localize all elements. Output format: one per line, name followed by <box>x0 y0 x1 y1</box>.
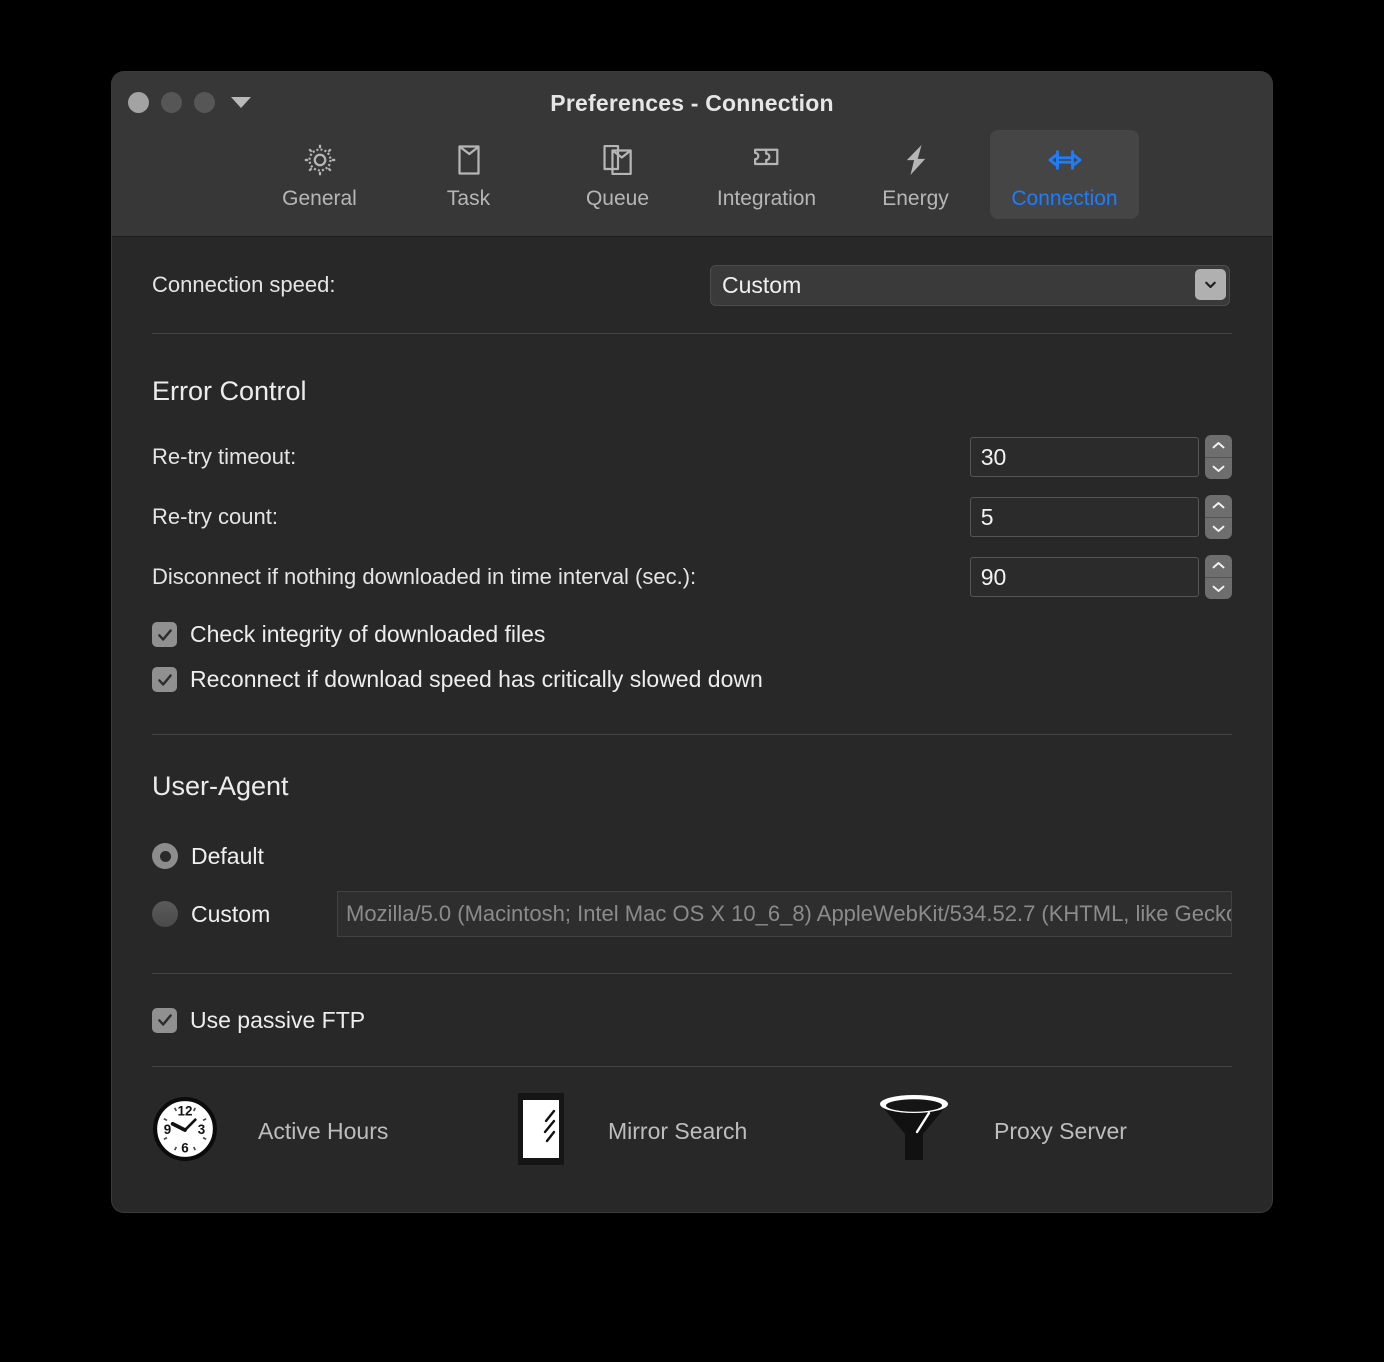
lightning-bolt-icon <box>897 140 935 180</box>
stepper-up-icon[interactable] <box>1205 495 1232 517</box>
connection-speed-value: Custom <box>711 272 801 299</box>
user-agent-heading: User-Agent <box>152 771 1232 802</box>
user-agent-custom-radio[interactable] <box>152 901 178 927</box>
tab-energy[interactable]: Energy <box>841 130 990 219</box>
disconnect-interval-row: Disconnect if nothing downloaded in time… <box>152 547 1232 607</box>
funnel-icon[interactable] <box>874 1090 954 1173</box>
preferences-content: Connection speed: Custom Error Control R… <box>112 237 1272 1195</box>
retry-timeout-row: Re-try timeout: 30 <box>152 427 1232 487</box>
reconnect-slow-checkbox[interactable] <box>152 667 177 692</box>
user-agent-custom-label: Custom <box>191 901 309 928</box>
window-titlebar: Preferences - Connection General <box>112 72 1272 237</box>
stepper-up-icon[interactable] <box>1205 555 1232 577</box>
preferences-toolbar: General Task <box>112 130 1272 219</box>
proxy-server-action[interactable]: Proxy Server <box>874 1090 1127 1173</box>
tab-energy-label: Energy <box>882 187 949 211</box>
tab-task[interactable]: Task <box>394 130 543 219</box>
retry-count-value: 5 <box>971 504 994 531</box>
left-right-arrow-icon <box>1045 140 1085 180</box>
preferences-window: Preferences - Connection General <box>112 72 1272 1212</box>
tab-task-label: Task <box>447 187 490 211</box>
retry-timeout-value: 30 <box>971 444 1007 471</box>
active-hours-action[interactable]: 12 3 6 9 Active Hours <box>152 1096 514 1167</box>
retry-timeout-stepper[interactable] <box>1205 435 1232 479</box>
retry-timeout-input[interactable]: 30 <box>970 437 1199 477</box>
task-page-icon <box>450 140 488 180</box>
user-agent-custom-input[interactable]: Mozilla/5.0 (Macintosh; Intel Mac OS X 1… <box>337 891 1232 937</box>
stepper-up-icon[interactable] <box>1205 435 1232 457</box>
retry-count-input[interactable]: 5 <box>970 497 1199 537</box>
user-agent-default-radio[interactable] <box>152 843 178 869</box>
clock-icon[interactable]: 12 3 6 9 <box>152 1096 218 1167</box>
queue-pages-icon <box>599 140 637 180</box>
disconnect-interval-stepper[interactable] <box>1205 555 1232 599</box>
user-agent-default-row[interactable]: Default <box>152 827 1232 885</box>
reconnect-slow-row[interactable]: Reconnect if download speed has critical… <box>152 657 1232 702</box>
window-title: Preferences - Connection <box>112 90 1272 117</box>
disconnect-interval-input[interactable]: 90 <box>970 557 1199 597</box>
check-integrity-checkbox[interactable] <box>152 622 177 647</box>
check-integrity-label: Check integrity of downloaded files <box>190 621 545 648</box>
radio-inner-hole <box>160 851 171 862</box>
retry-count-label: Re-try count: <box>152 504 970 530</box>
bottom-actions: 12 3 6 9 Active Hours <box>152 1067 1232 1195</box>
retry-count-row: Re-try count: 5 <box>152 487 1232 547</box>
connection-speed-row: Connection speed: Custom <box>152 237 1232 333</box>
tab-integration-label: Integration <box>717 187 816 211</box>
retry-count-stepper[interactable] <box>1205 495 1232 539</box>
user-agent-default-label: Default <box>191 843 264 870</box>
chevron-down-icon[interactable] <box>1195 269 1226 300</box>
passive-ftp-label: Use passive FTP <box>190 1007 365 1034</box>
svg-text:12: 12 <box>178 1103 193 1118</box>
tab-general-label: General <box>282 187 357 211</box>
reconnect-slow-label: Reconnect if download speed has critical… <box>190 666 763 693</box>
stepper-down-icon[interactable] <box>1205 517 1232 540</box>
tab-connection[interactable]: Connection <box>990 130 1139 219</box>
svg-text:9: 9 <box>164 1122 171 1137</box>
connection-speed-select[interactable]: Custom <box>710 265 1230 306</box>
user-agent-custom-row[interactable]: Custom Mozilla/5.0 (Macintosh; Intel Mac… <box>152 885 1232 943</box>
gear-icon <box>301 140 339 180</box>
passive-ftp-checkbox[interactable] <box>152 1008 177 1033</box>
proxy-server-label: Proxy Server <box>994 1118 1127 1145</box>
connection-speed-label: Connection speed: <box>152 272 710 298</box>
error-control-heading: Error Control <box>152 376 1232 407</box>
stepper-down-icon[interactable] <box>1205 457 1232 480</box>
stepper-down-icon[interactable] <box>1205 577 1232 600</box>
divider <box>152 734 1232 735</box>
tab-general[interactable]: General <box>245 130 394 219</box>
tab-connection-label: Connection <box>1011 187 1117 211</box>
svg-text:3: 3 <box>198 1122 205 1137</box>
tab-integration[interactable]: Integration <box>692 130 841 219</box>
svg-text:6: 6 <box>181 1140 188 1155</box>
mirror-icon[interactable] <box>514 1089 568 1174</box>
divider <box>152 333 1232 334</box>
puzzle-piece-icon <box>748 140 786 180</box>
passive-ftp-row[interactable]: Use passive FTP <box>152 974 1232 1066</box>
mirror-search-label: Mirror Search <box>608 1118 747 1145</box>
mirror-search-action[interactable]: Mirror Search <box>514 1089 874 1174</box>
active-hours-label: Active Hours <box>258 1118 388 1145</box>
check-integrity-row[interactable]: Check integrity of downloaded files <box>152 612 1232 657</box>
disconnect-interval-value: 90 <box>971 564 1007 591</box>
tab-queue[interactable]: Queue <box>543 130 692 219</box>
tab-queue-label: Queue <box>586 187 649 211</box>
user-agent-custom-value: Mozilla/5.0 (Macintosh; Intel Mac OS X 1… <box>338 901 1232 927</box>
retry-timeout-label: Re-try timeout: <box>152 444 970 470</box>
disconnect-interval-label: Disconnect if nothing downloaded in time… <box>152 564 970 590</box>
